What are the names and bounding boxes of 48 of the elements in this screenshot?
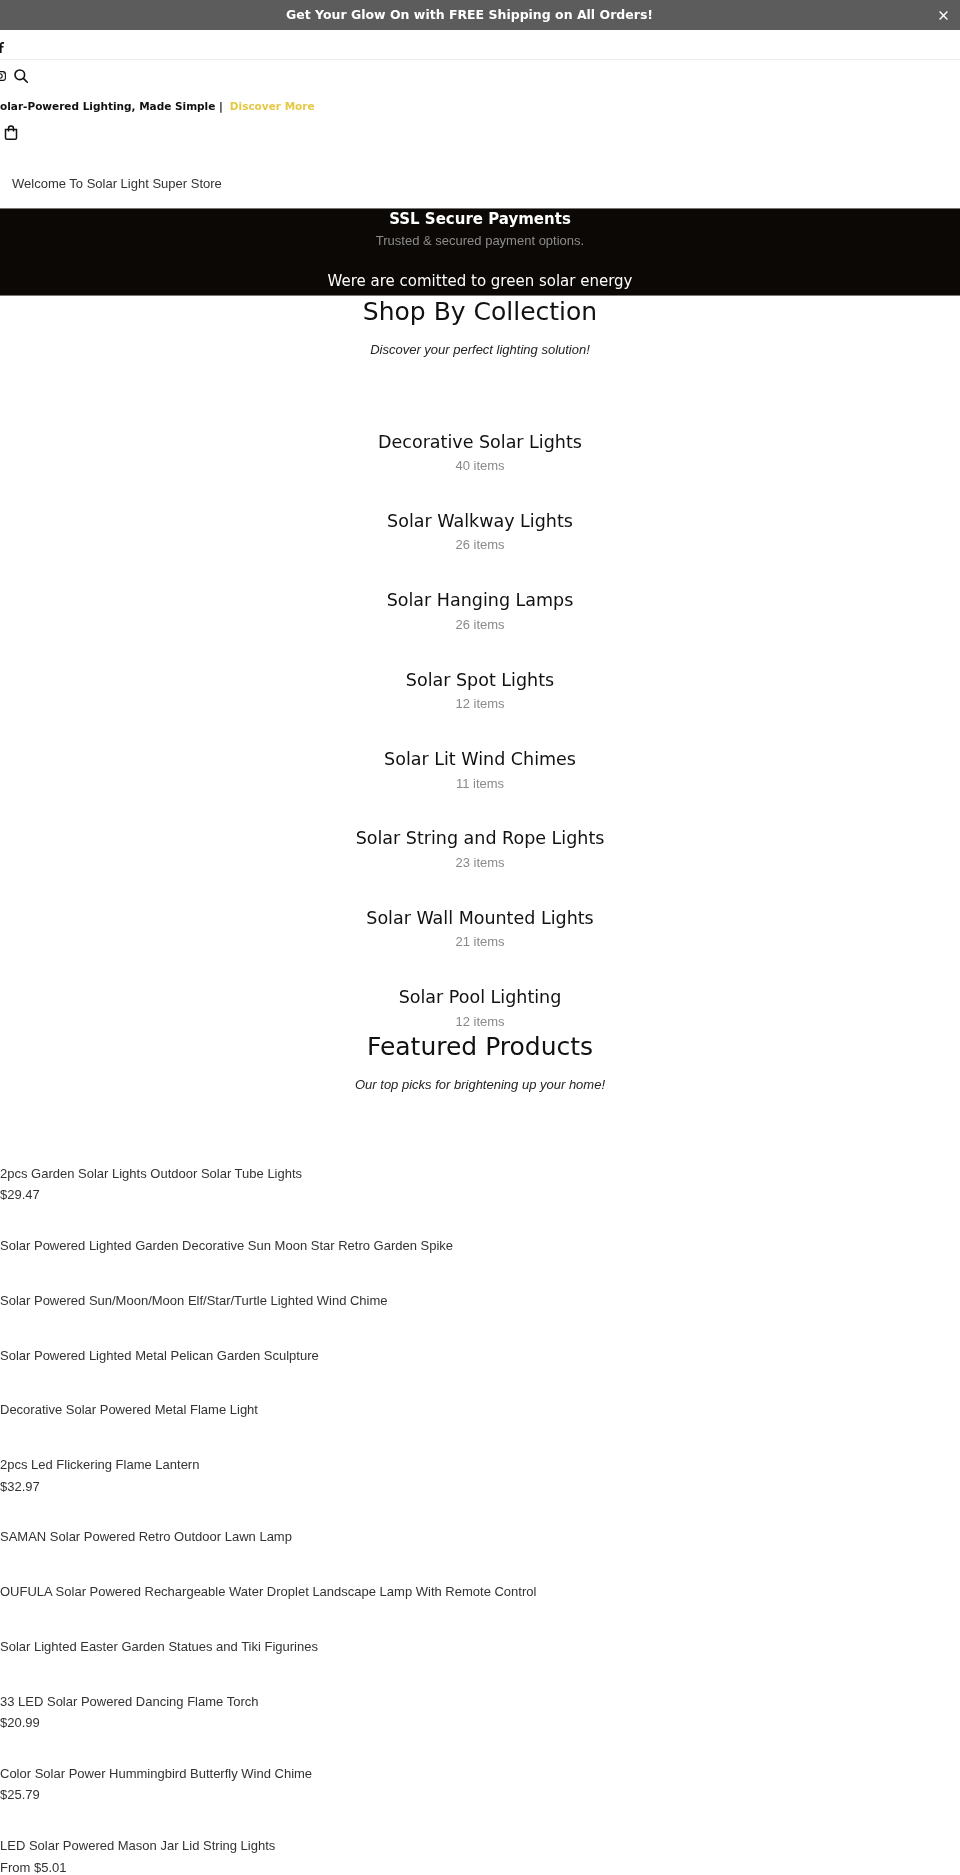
collection-link[interactable]: Solar Pool Lighting — [398, 985, 562, 1010]
product-link[interactable]: LED Solar Powered Mason Jar Lid String Lights — [0, 1837, 276, 1856]
item-count: 21 items — [455, 934, 505, 951]
item-count: 40 items — [455, 458, 505, 474]
section-title: Shop By Collection — [362, 296, 598, 328]
product-price: $25.79 — [0, 1788, 40, 1803]
announcement-text: Get Your Glow On with FREE Shipping on All Orders! — [285, 6, 654, 24]
product-link[interactable]: 33 LED Solar Powered Dancing Flame Torch — [0, 1692, 259, 1711]
product-price: $32.97 — [0, 1479, 40, 1494]
close-icon[interactable] — [939, 10, 948, 20]
section-title: Featured Products — [366, 1031, 594, 1064]
item-count: 26 items — [455, 616, 505, 633]
collection-link[interactable]: Solar Wall Mounted Lights — [366, 905, 594, 930]
product-link[interactable]: 2pcs Led Flickering Flame Lantern — [0, 1456, 200, 1475]
product-link[interactable]: OUFULA Solar Powered Rechargeable Water Droplet Landscape Lamp With Remote Control — [0, 1583, 537, 1602]
collection-link[interactable]: Solar String and Rope Lights — [355, 826, 605, 851]
product-link[interactable]: Solar Powered Lighted Garden Decorative Sun Moon Star Retro Garden Spike — [0, 1237, 454, 1256]
collection-link[interactable]: Solar Walkway Lights — [387, 508, 573, 533]
collection-link[interactable]: Solar Spot Lights — [405, 667, 555, 692]
search-icon[interactable] — [14, 69, 28, 83]
shopping-bag-icon[interactable] — [4, 125, 18, 140]
banner-title: SSL Secure Payments — [389, 209, 571, 229]
collection-link[interactable]: Decorative Solar Lights — [378, 429, 582, 454]
instagram-icon[interactable] — [0, 71, 6, 81]
product-link[interactable]: 2pcs Garden Solar Lights Outdoor Solar Tube Lights — [0, 1164, 303, 1183]
item-count: 12 items — [455, 696, 505, 713]
product-link[interactable]: SAMAN Solar Powered Retro Outdoor Lawn Lamp — [0, 1528, 292, 1547]
item-count: 23 items — [455, 854, 505, 871]
collection-link[interactable]: Solar Hanging Lamps — [386, 588, 574, 613]
section-subtitle: Our top picks for brightening up your home! — [355, 1075, 605, 1094]
item-count: 26 items — [455, 537, 505, 554]
product-price: $20.99 — [0, 1716, 40, 1730]
collection-link[interactable]: Solar Lit Wind Chimes — [384, 747, 576, 772]
product-price: From $5.01 — [0, 1860, 67, 1875]
product-link[interactable]: Decorative Solar Powered Metal Flame Light — [0, 1401, 258, 1420]
welcome-text: Welcome To Solar Light Super Store — [12, 175, 222, 193]
section-subtitle: Discover your perfect lighting solution! — [370, 340, 590, 359]
product-link[interactable]: Solar Powered Sun/Moon/Moon Elf/Star/Turtle Lighted Wind Chime — [0, 1292, 388, 1310]
tagline-text: olar-Powered Lighting, Made Simple | — [0, 99, 223, 114]
banner-message: Were are comitted to green solar energy — [327, 271, 633, 291]
banner-subtitle: Trusted & secured payment options. — [375, 232, 585, 250]
item-count: 11 items — [455, 775, 505, 792]
facebook-icon[interactable] — [0, 42, 4, 53]
item-count: 12 items — [455, 1013, 505, 1030]
product-link[interactable]: Color Solar Power Hummingbird Butterfly Wind Chime — [0, 1764, 313, 1783]
product-price: $29.47 — [0, 1188, 40, 1203]
product-link[interactable]: Solar Lighted Easter Garden Statues and Tiki Figurines — [0, 1637, 318, 1656]
product-link[interactable]: Solar Powered Lighted Metal Pelican Garden Sculpture — [0, 1346, 319, 1365]
